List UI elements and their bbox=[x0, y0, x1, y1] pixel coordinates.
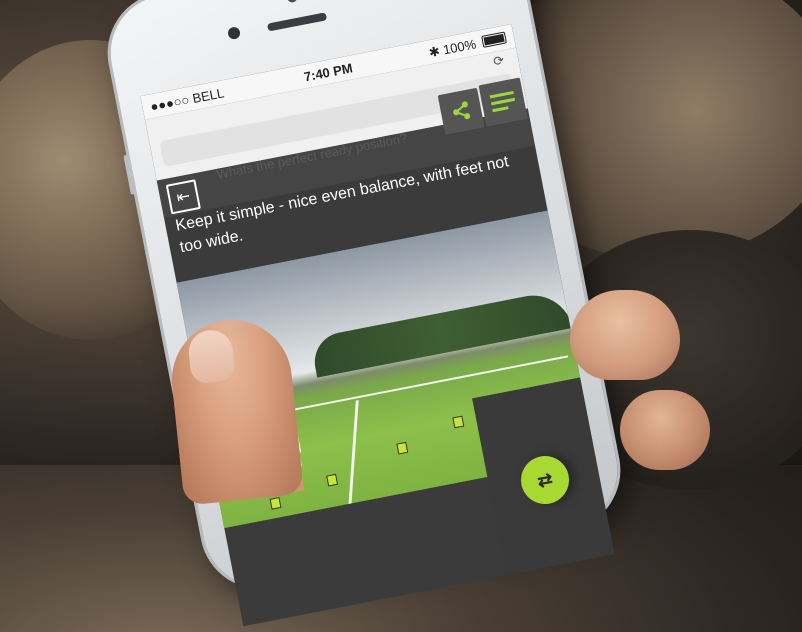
menu-button[interactable] bbox=[478, 77, 528, 127]
menu-icon bbox=[489, 90, 517, 113]
timeline-marker[interactable] bbox=[326, 473, 339, 487]
battery-percent: 100% bbox=[441, 36, 478, 58]
finger-lower bbox=[620, 390, 710, 470]
front-camera bbox=[226, 26, 242, 41]
exit-button[interactable]: ⇤ bbox=[165, 179, 201, 215]
timeline-marker[interactable] bbox=[269, 497, 282, 510]
timeline-marker[interactable] bbox=[452, 415, 465, 429]
exit-icon: ⇤ bbox=[175, 187, 192, 207]
bluetooth-icon: ✱ bbox=[427, 43, 442, 61]
timeline-marker[interactable] bbox=[396, 441, 409, 455]
share-icon bbox=[453, 101, 471, 120]
phone-body: ●●●○○ BELL 7:40 PM ✱ 100% ⟳ Whats the pe… bbox=[100, 0, 628, 627]
thumbnail bbox=[186, 328, 236, 385]
earpiece-speaker bbox=[266, 12, 328, 32]
swap-icon: ⇄ bbox=[535, 468, 555, 491]
proximity-sensor bbox=[286, 0, 299, 4]
battery-icon bbox=[481, 31, 507, 48]
finger bbox=[570, 290, 680, 380]
reload-icon[interactable]: ⟳ bbox=[492, 52, 506, 70]
share-button[interactable] bbox=[437, 87, 485, 135]
